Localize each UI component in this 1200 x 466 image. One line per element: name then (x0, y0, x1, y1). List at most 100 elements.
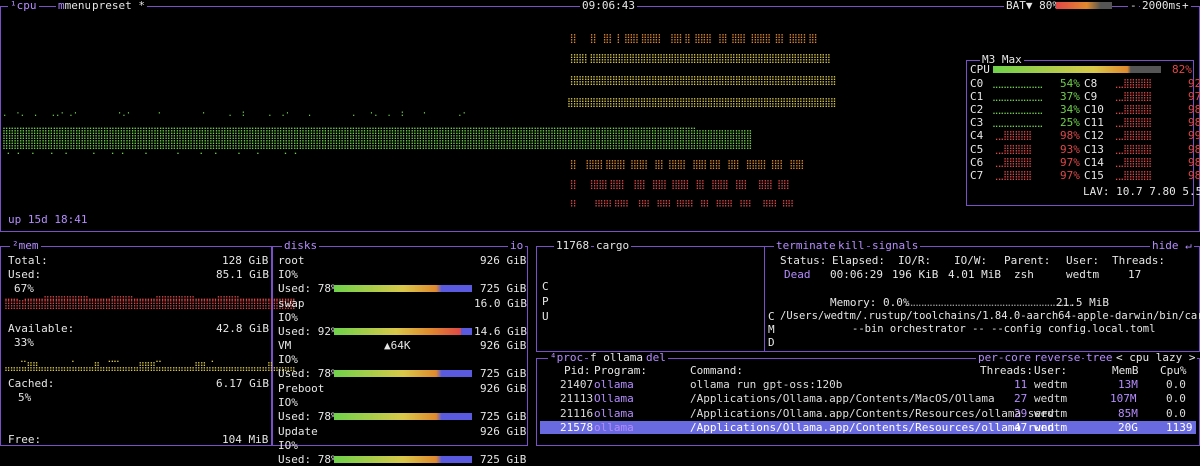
process-row[interactable]: 21578 ollama/Applications/Ollama.app/Cont… (540, 420, 1196, 434)
interval-decrease-button[interactable]: - (1128, 0, 1139, 12)
cpu-core-pct: 98% (1188, 168, 1200, 182)
col-elapsed: Elapsed: (832, 254, 885, 267)
disks-io-toggle[interactable]: io (508, 240, 526, 252)
tab-preset[interactable]: preset * (90, 0, 147, 12)
process-row[interactable]: 21116 ollama/Applications/Ollama.app/Cont… (540, 407, 1196, 420)
proc-filter[interactable]: f ollama (588, 352, 645, 364)
parent-value: zsh (1014, 268, 1034, 281)
header-memb[interactable]: MemB (1112, 364, 1139, 377)
cpu-total-label: CPU (970, 63, 990, 76)
per-core-toggle[interactable]: per-core (976, 352, 1033, 364)
cpu-core-name: C12 (1084, 129, 1104, 143)
cpu-core-pct: 97% (1060, 155, 1080, 169)
tree-toggle[interactable]: tree (1084, 352, 1115, 364)
cpu-core-pct: 93% (1060, 142, 1080, 156)
col-parent: Parent: (1004, 254, 1051, 267)
process-memb: 13M (1118, 378, 1138, 391)
mem-cached-label: Cached: (8, 377, 55, 390)
disk-name: root (278, 254, 305, 267)
kill-button[interactable]: kill (836, 240, 867, 252)
process-program: Ollama (594, 392, 634, 406)
memory-label: Memory: 0.0% (830, 296, 910, 309)
disk-used-meter (334, 370, 472, 378)
cpu-core-name: C14 (1084, 155, 1104, 169)
tab-cpu[interactable]: ¹cpu (8, 0, 39, 12)
process-pid: 21116 (560, 406, 594, 420)
header-user[interactable]: User: (1034, 364, 1067, 377)
sort-selector[interactable]: < cpu lazy > (1114, 352, 1198, 364)
detail-name: cargo (594, 239, 632, 252)
cpu-total-meter (993, 66, 1161, 73)
process-program: ollama (594, 420, 634, 434)
process-command: /Applications/Ollama.app/Contents/Resour… (690, 406, 1055, 420)
cpu-core-name: C1 (970, 90, 984, 104)
disk-used-value: 725 GiB (480, 452, 527, 466)
header-program[interactable]: Program: (594, 364, 647, 377)
process-user: wedtm (1034, 406, 1068, 420)
disk-total: 926 GiB (480, 424, 527, 438)
mem-used-graph: ⣀⣀⡀⢀⣀⣀⣀⣤⣤⣤⣤⣤⣤⣤⣤⣀⣀⣀⣀⣤⣤⣤⣤⣀⣀⣀⣀⣤⣤⣤⣤⣤⣤⣤⣀⣀⣀⣀⣤⣤… (4, 291, 296, 310)
cpu-core-graph: ⢀⣀⣿⣿⣿⣿⣿ (1112, 79, 1152, 89)
interval-increase-button[interactable]: + (1180, 0, 1191, 12)
battery-meter (1056, 2, 1112, 9)
cpu-core-pct: 98% (1188, 103, 1200, 117)
process-memb: 20G (1118, 420, 1138, 434)
cpu-core-pct: 98% (1188, 155, 1200, 169)
header-cpu[interactable]: Cpu% (1160, 364, 1187, 377)
mem-available-graph: ⢀⡀ ⢀ ⢀⣀⡀ ⢀⡀ ⢀ ⣤⣤⣤⣤⣿⣿⣤⣤⣤⣤⣤⣤⣤⣤⣤⣤⣿⣤⣤⣤⣤⣤⣤⣤⣿⣿… (4, 353, 296, 372)
cpu-letter-c: C (542, 280, 549, 293)
cpu-core-pct: 25% (1060, 116, 1080, 130)
cpu-core-graph: ⣀⣀⣀⣀⣀⣀⣀⣀⣀ (992, 105, 1043, 116)
disk-io-label: IO% (278, 353, 298, 367)
process-row[interactable]: 21407 ollama ollama run gpt-oss:120b 11 wedt… (540, 378, 1196, 391)
uptime: up 15d 18:41 (8, 213, 88, 226)
disk-total: 926 GiB (480, 254, 527, 267)
cpu-core-graph: ⢀⣀⣿⣿⣿⣿⣿ (992, 157, 1032, 168)
process-command: ollama run gpt-oss:120b (690, 378, 843, 391)
process-user: wedtm (1034, 420, 1068, 434)
reverse-toggle[interactable]: reverse (1032, 352, 1083, 364)
disk-used-value: 725 GiB (480, 367, 527, 381)
terminate-button[interactable]: terminate (774, 240, 838, 252)
disk-io-rate: ▲64K (384, 339, 411, 353)
disk-used-meter (334, 327, 472, 335)
disk-total: 926 GiB (480, 382, 527, 396)
process-cpu: 1139 (1166, 420, 1193, 434)
hide-button[interactable]: hide ↵ (1150, 240, 1194, 252)
process-memb: 107M (1110, 392, 1137, 406)
cpu-core-graph: ⢀⣀⣿⣿⣿⣿⣿ (992, 144, 1032, 155)
cpu-core-pct: 92% (1188, 77, 1200, 90)
cpu-core-pct: 97% (1188, 90, 1200, 104)
header-threads[interactable]: Threads: (980, 364, 1033, 377)
cpu-core-graph: ⢀⣀⣿⣿⣿⣿⣿ (1112, 105, 1152, 116)
header-pid[interactable]: Pid: (564, 364, 591, 377)
cpu-core-graph: ⣀⣀⣀⣀⣀⣀⣀⣀⣀ (992, 92, 1043, 103)
disk-used-value: 14.6 GiB (474, 324, 527, 338)
proc-table: Pid: Program: Command: Threads: User: Me… (540, 364, 1196, 444)
process-pid: 21113 (560, 392, 594, 406)
load-average: LAV: 10.7 7.80 5.52 (1083, 185, 1200, 198)
disk-used-meter (334, 455, 472, 463)
mem-cached-value: 6.17 GiB (216, 377, 269, 390)
disk-io-label: IO% (278, 310, 298, 324)
mem-title: ²mem (10, 239, 41, 252)
mem-used-value: 85.1 GiB (216, 268, 269, 281)
io-read-value: 196 KiB (892, 268, 939, 281)
cpu-core-graph: ⢀⣀⣿⣿⣿⣿⣿ (1112, 170, 1152, 181)
header-command[interactable]: Command: (690, 364, 743, 377)
signals-button[interactable]: signals (870, 240, 921, 252)
cpu-core-pct: 37% (1060, 90, 1080, 104)
col-status: Status: (780, 254, 827, 267)
disk-used-meter (334, 285, 472, 292)
disk-name: Preboot (278, 382, 325, 396)
cpu-core-graph: ⢀⣀⣿⣿⣿⣿⣿ (1112, 92, 1152, 103)
mem-free-value: 104 MiB (222, 433, 269, 446)
process-threads: 11 (1014, 378, 1028, 391)
battery-status: BAT▼ 80% (1004, 0, 1061, 12)
process-row[interactable]: 21113 Ollama/Applications/Ollama.app/Cont… (540, 392, 1196, 405)
command-line-1: /Users/wedtm/.rustup/toolchains/1.84.0-a… (780, 310, 1200, 322)
process-cpu: 0.0 (1166, 392, 1186, 406)
filter-delete-button[interactable]: del (644, 352, 668, 364)
threads-value: 17 (1128, 268, 1142, 281)
tab-menu[interactable]: mmenu (56, 0, 94, 12)
